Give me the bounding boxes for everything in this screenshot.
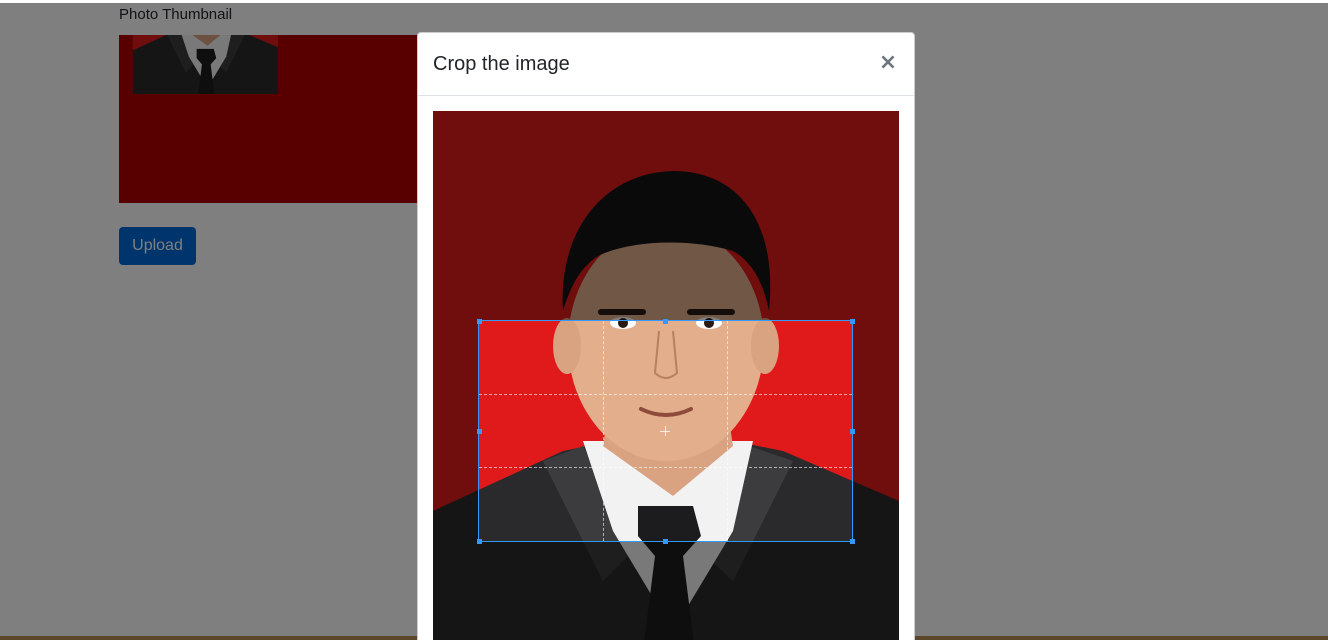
crop-handle-sw[interactable] — [477, 539, 482, 544]
crop-handle-e[interactable] — [850, 429, 855, 434]
close-button[interactable]: × — [878, 51, 898, 75]
crop-handle-ne[interactable] — [850, 319, 855, 324]
crop-guide-horizontal — [479, 467, 852, 468]
crop-handle-se[interactable] — [850, 539, 855, 544]
crop-selection-box[interactable] — [478, 320, 853, 542]
crop-handle-s[interactable] — [663, 539, 668, 544]
close-icon: × — [878, 50, 898, 75]
crop-handle-nw[interactable] — [477, 319, 482, 324]
modal-header: Crop the image × — [418, 33, 914, 96]
crop-handle-w[interactable] — [477, 429, 482, 434]
crop-center-marker — [660, 426, 670, 436]
cropper-canvas[interactable] — [433, 111, 899, 640]
crop-modal: Crop the image × — [417, 32, 915, 640]
crop-guide-vertical — [603, 321, 604, 541]
crop-guide-vertical — [727, 321, 728, 541]
crop-handle-n[interactable] — [663, 319, 668, 324]
crop-guide-horizontal — [479, 394, 852, 395]
modal-title: Crop the image — [433, 53, 570, 75]
